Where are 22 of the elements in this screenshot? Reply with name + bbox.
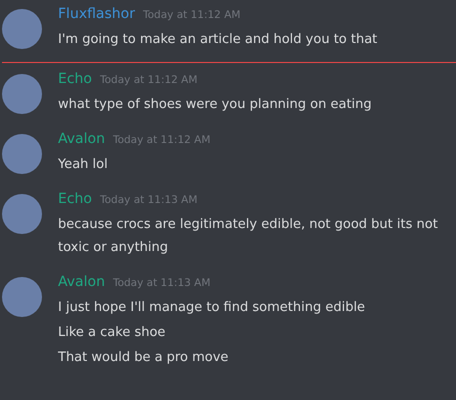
timestamp: Today at 11:13 AM	[100, 194, 198, 206]
message-text: I'm going to make an article and hold you to that	[58, 31, 378, 49]
timestamp: Today at 11:12 AM	[100, 74, 198, 86]
timestamp: Today at 11:13 AM	[112, 277, 210, 289]
message-text: Yeah lol	[58, 156, 109, 174]
message-text: what type of shoes were you planning on eating	[58, 96, 373, 114]
message-text: That would be a pro move	[58, 349, 230, 367]
username[interactable]: Echo	[58, 191, 92, 207]
avatar-placeholder[interactable]	[2, 277, 42, 317]
avatar-placeholder[interactable]	[2, 9, 42, 49]
avatar-placeholder[interactable]	[2, 74, 42, 114]
message-text: Like a cake shoe	[58, 324, 166, 342]
avatar-placeholder[interactable]	[2, 134, 42, 174]
username[interactable]: Avalon	[58, 274, 105, 290]
username[interactable]: Echo	[58, 71, 92, 87]
username[interactable]: Avalon	[58, 131, 105, 147]
timestamp: Today at 11:12 AM	[143, 9, 240, 21]
message-text: because crocs are legitimately edible, not good but its not toxic or anything	[58, 216, 439, 257]
avatar-placeholder[interactable]	[2, 194, 42, 234]
timestamp: Today at 11:12 AM	[112, 134, 210, 146]
message-text: I just hope I'll manage to find something edible	[58, 299, 366, 317]
username[interactable]: Fluxflashor	[58, 6, 135, 22]
